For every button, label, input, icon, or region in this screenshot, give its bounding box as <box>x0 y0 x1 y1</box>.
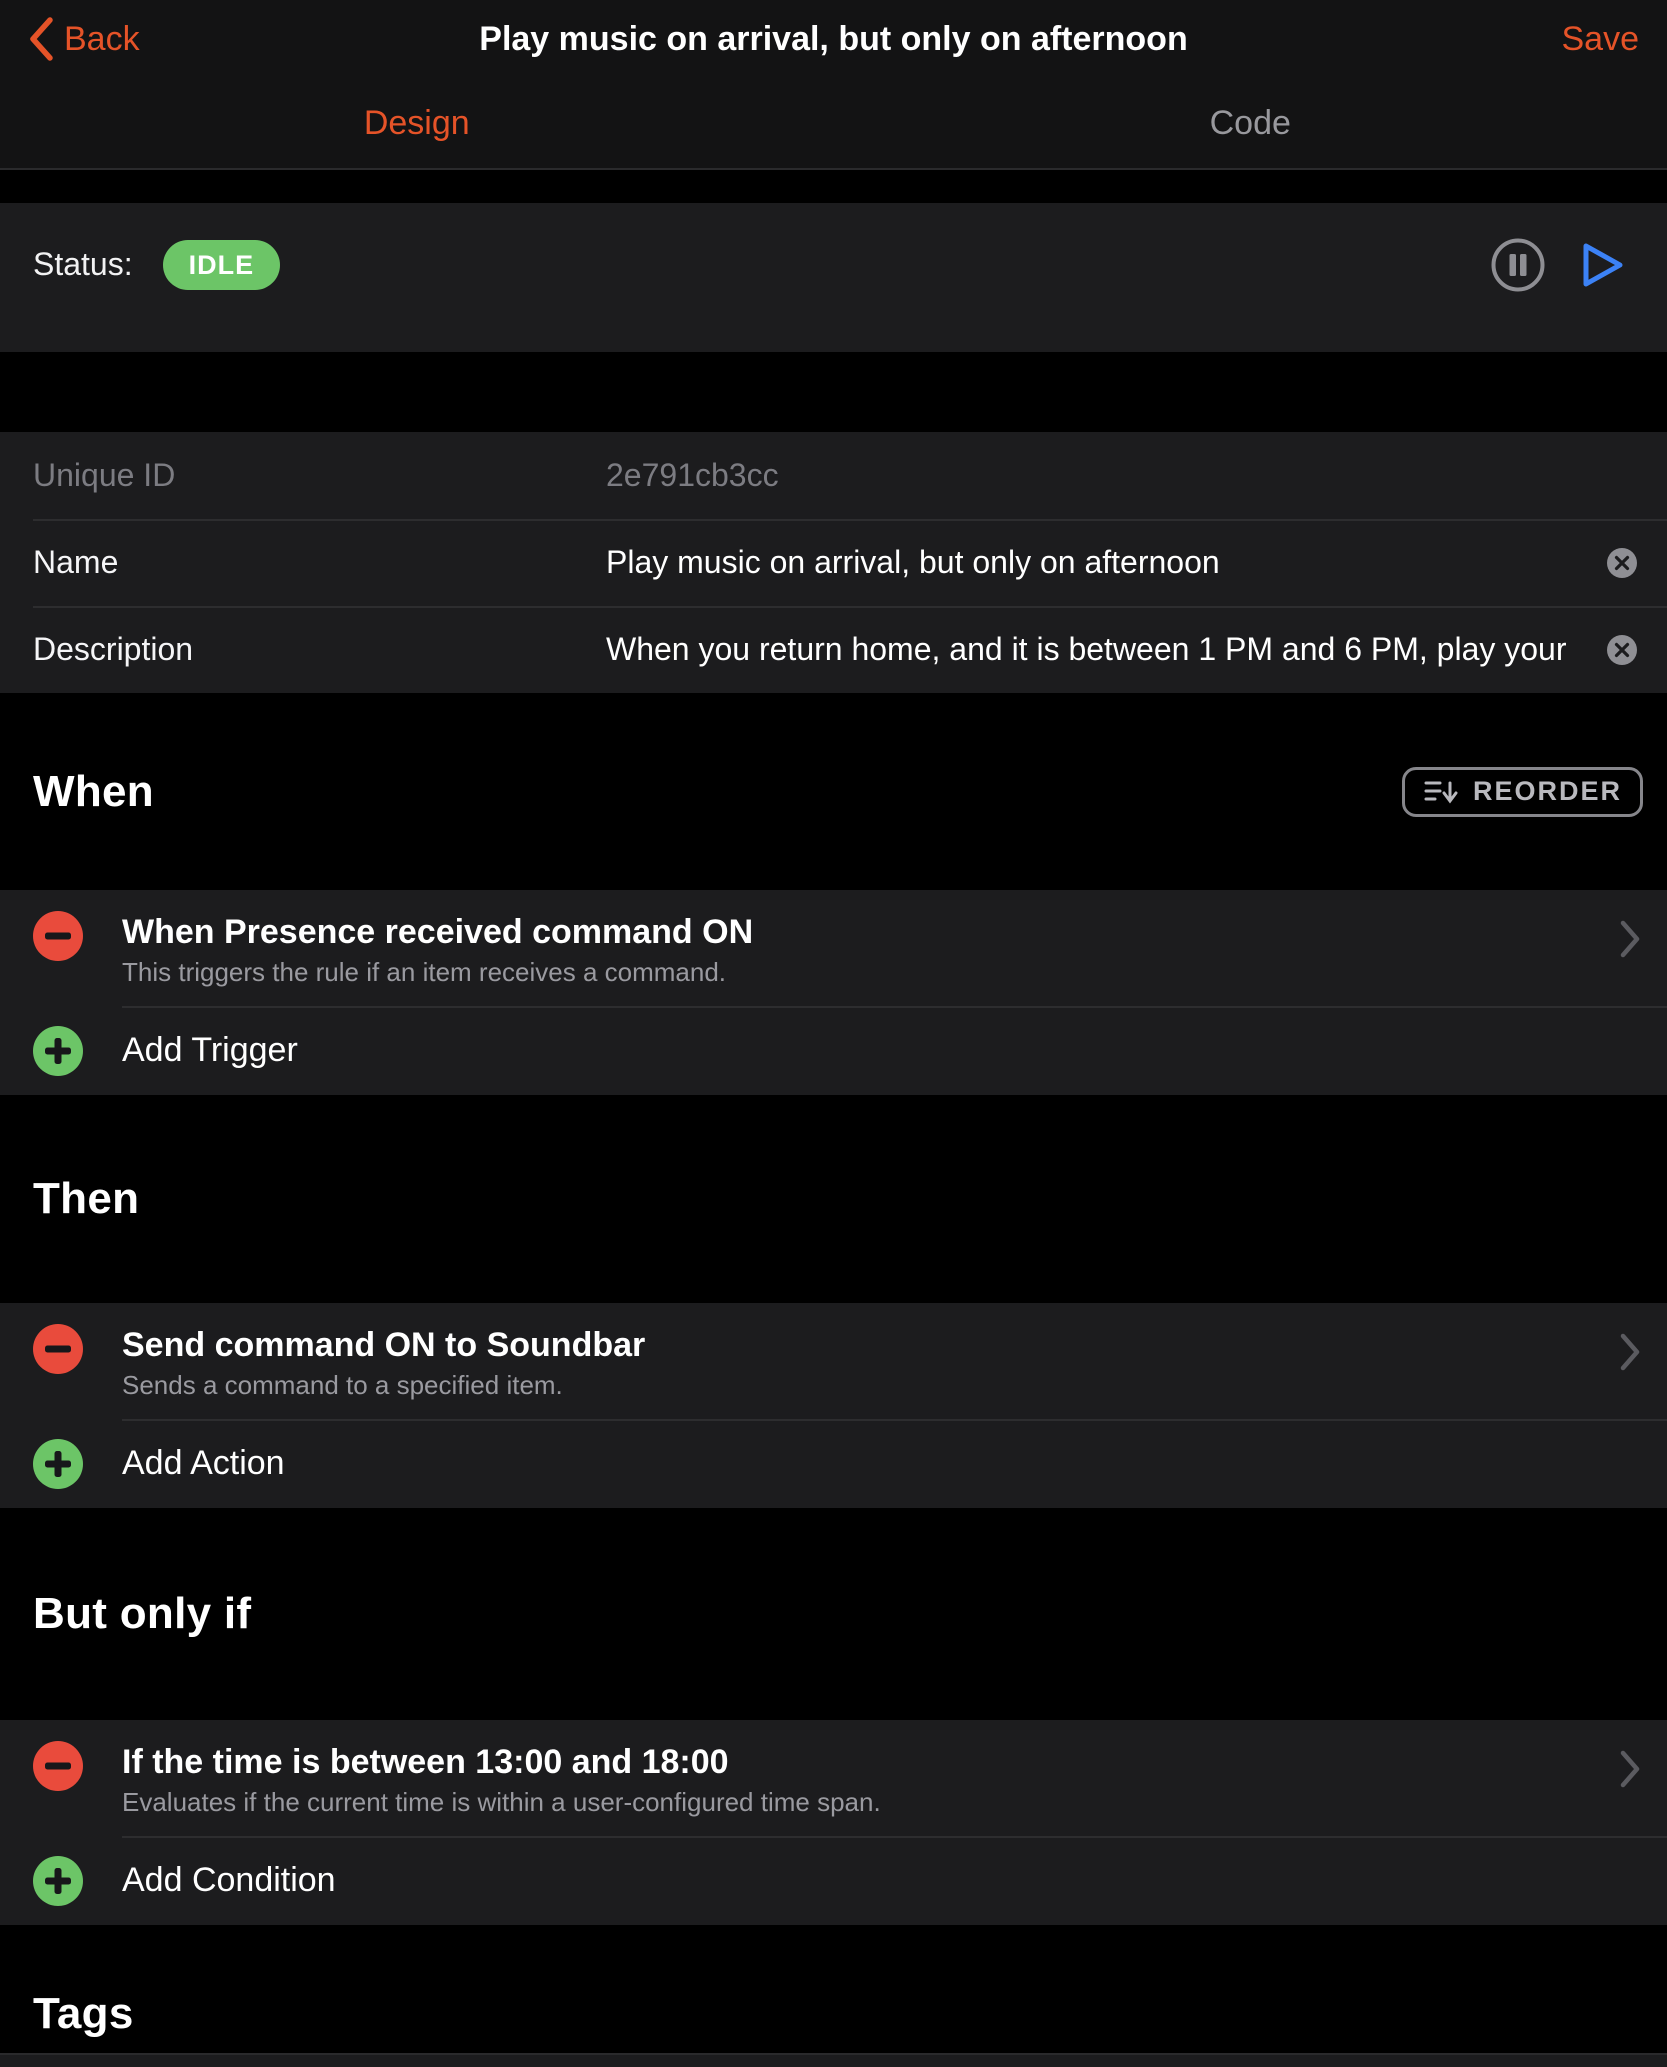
when-section-header: When REORDER <box>0 693 1667 890</box>
condition-row[interactable]: If the time is between 13:00 and 18:00 E… <box>0 1720 1667 1838</box>
field-label: Unique ID <box>33 457 606 494</box>
add-icon <box>33 1856 83 1906</box>
back-button[interactable]: Back <box>28 16 140 62</box>
action-row[interactable]: Send command ON to Soundbar Sends a comm… <box>0 1303 1667 1421</box>
then-heading: Then <box>33 1174 139 1224</box>
field-description: Description When you return home, and it… <box>0 606 1667 693</box>
field-name: Name Play music on arrival, but only on … <box>0 519 1667 606</box>
gap <box>0 170 1667 203</box>
add-action-row[interactable]: Add Action <box>0 1421 1667 1506</box>
add-action-label: Add Action <box>122 1444 285 1483</box>
chevron-right-icon <box>1619 919 1641 959</box>
field-unique-id: Unique ID 2e791cb3cc <box>0 432 1667 519</box>
chevron-right-icon <box>1619 1749 1641 1789</box>
tags-heading: Tags <box>33 1989 134 2039</box>
details-card: Unique ID 2e791cb3cc Name Play music on … <box>0 432 1667 693</box>
play-icon <box>1581 240 1627 290</box>
reorder-icon <box>1423 777 1459 807</box>
pause-button[interactable] <box>1491 238 1545 292</box>
remove-action-button[interactable] <box>33 1324 83 1374</box>
tags-card-edge <box>0 2053 1667 2067</box>
condition-title: If the time is between 13:00 and 18:00 <box>122 1741 1619 1783</box>
add-trigger-label: Add Trigger <box>122 1031 298 1070</box>
reorder-button[interactable]: REORDER <box>1402 767 1643 817</box>
clear-description-button[interactable] <box>1607 635 1637 665</box>
action-text: Send command ON to Soundbar Sends a comm… <box>122 1324 1619 1401</box>
action-title: Send command ON to Soundbar <box>122 1324 1619 1366</box>
tab-code[interactable]: Code <box>834 78 1667 168</box>
action-subtitle: Sends a command to a specified item. <box>122 1369 1619 1401</box>
add-condition-label: Add Condition <box>122 1861 336 1900</box>
status-card: Status: IDLE <box>0 203 1667 352</box>
back-label: Back <box>64 20 140 59</box>
remove-icon <box>33 1324 83 1374</box>
rule-editor-screen: Back Play music on arrival, but only on … <box>0 0 1667 2067</box>
tags-section-header: Tags <box>0 1925 1667 2053</box>
remove-icon <box>33 1741 83 1791</box>
condition-text: If the time is between 13:00 and 18:00 E… <box>122 1741 1619 1818</box>
navbar: Back Play music on arrival, but only on … <box>0 0 1667 78</box>
trigger-row[interactable]: When Presence received command ON This t… <box>0 890 1667 1008</box>
tab-bar: Design Code <box>0 78 1667 168</box>
but-only-if-section-header: But only if <box>0 1508 1667 1720</box>
pause-icon <box>1491 238 1545 292</box>
run-button[interactable] <box>1581 240 1627 290</box>
add-icon <box>33 1439 83 1489</box>
field-label: Description <box>33 631 606 668</box>
then-section-header: Then <box>0 1095 1667 1303</box>
then-card: Send command ON to Soundbar Sends a comm… <box>0 1303 1667 1508</box>
remove-icon <box>33 911 83 961</box>
clear-name-button[interactable] <box>1607 548 1637 578</box>
chevron-right-icon <box>1619 1332 1641 1372</box>
gap <box>0 352 1667 432</box>
description-input[interactable]: When you return home, and it is between … <box>606 631 1667 668</box>
header: Back Play music on arrival, but only on … <box>0 0 1667 170</box>
field-label: Name <box>33 544 606 581</box>
trigger-text: When Presence received command ON This t… <box>122 911 1619 988</box>
trigger-subtitle: This triggers the rule if an item receiv… <box>122 956 1619 988</box>
add-trigger-row[interactable]: Add Trigger <box>0 1008 1667 1093</box>
remove-trigger-button[interactable] <box>33 911 83 961</box>
when-card: When Presence received command ON This t… <box>0 890 1667 1095</box>
tab-design[interactable]: Design <box>0 78 834 168</box>
name-input[interactable]: Play music on arrival, but only on after… <box>606 544 1667 581</box>
back-chevron-icon <box>28 16 54 62</box>
clear-icon <box>1607 548 1637 578</box>
when-heading: When <box>33 767 154 817</box>
but-only-if-card: If the time is between 13:00 and 18:00 E… <box>0 1720 1667 1925</box>
page-title: Play music on arrival, but only on after… <box>200 20 1467 59</box>
but-only-if-heading: But only if <box>33 1589 251 1639</box>
reorder-label: REORDER <box>1473 776 1622 807</box>
status-badge: IDLE <box>163 240 281 290</box>
trigger-title: When Presence received command ON <box>122 911 1619 953</box>
unique-id-value: 2e791cb3cc <box>606 457 1667 494</box>
clear-icon <box>1607 635 1637 665</box>
save-button[interactable]: Save <box>1562 20 1640 59</box>
add-condition-row[interactable]: Add Condition <box>0 1838 1667 1923</box>
status-label: Status: <box>33 246 133 283</box>
remove-condition-button[interactable] <box>33 1741 83 1791</box>
add-icon <box>33 1026 83 1076</box>
condition-subtitle: Evaluates if the current time is within … <box>122 1786 1619 1818</box>
